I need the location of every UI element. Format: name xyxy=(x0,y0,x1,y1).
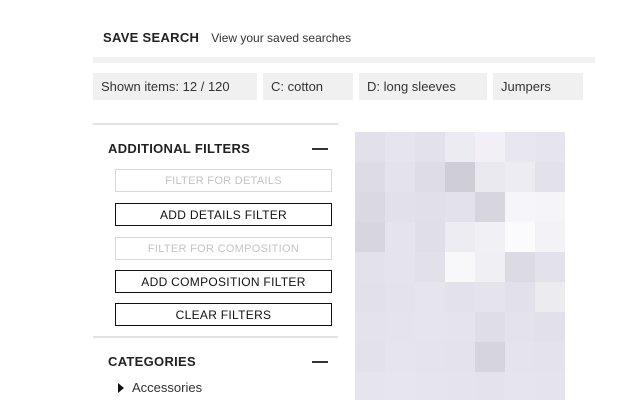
active-filter-chips: Shown items: 12 / 120 C: cotton D: long … xyxy=(93,73,583,100)
filter-panel: ADDITIONAL FILTERS ADD DETAILS FILTER AD… xyxy=(93,123,338,395)
details-filter-input[interactable] xyxy=(115,169,332,192)
image-pixel xyxy=(415,162,445,192)
add-composition-filter-button[interactable]: ADD COMPOSITION FILTER xyxy=(115,270,332,293)
shown-items-count: Shown items: 12 / 120 xyxy=(93,73,257,100)
image-pixel xyxy=(535,342,565,372)
image-pixel xyxy=(385,132,415,162)
view-saved-searches-link[interactable]: View your saved searches xyxy=(211,31,351,45)
caret-right-icon xyxy=(118,382,124,393)
image-pixel xyxy=(355,342,385,372)
categories-header[interactable]: CATEGORIES xyxy=(93,338,338,372)
image-pixel xyxy=(505,342,535,372)
category-filter-chip[interactable]: Jumpers xyxy=(493,73,583,100)
image-pixel xyxy=(415,282,445,312)
additional-filters-title: ADDITIONAL FILTERS xyxy=(108,141,251,156)
image-pixel xyxy=(355,132,385,162)
composition-filter-input[interactable] xyxy=(115,237,332,260)
image-pixel xyxy=(475,342,505,372)
details-filter-chip[interactable]: D: long sleeves xyxy=(359,73,487,100)
image-pixel xyxy=(355,162,385,192)
image-pixel xyxy=(355,252,385,282)
image-pixel xyxy=(415,132,445,162)
add-details-filter-button[interactable]: ADD DETAILS FILTER xyxy=(115,203,332,226)
image-pixel xyxy=(505,132,535,162)
image-pixel xyxy=(535,252,565,282)
image-pixel xyxy=(415,222,445,252)
additional-filters-header[interactable]: ADDITIONAL FILTERS xyxy=(93,125,338,159)
image-pixel xyxy=(445,222,475,252)
image-pixel xyxy=(535,282,565,312)
image-pixel xyxy=(385,312,415,342)
image-pixel xyxy=(355,372,385,400)
minus-icon[interactable] xyxy=(312,147,328,150)
image-pixel xyxy=(475,162,505,192)
image-pixel xyxy=(445,342,475,372)
image-pixel xyxy=(445,162,475,192)
image-pixel xyxy=(415,342,445,372)
image-pixel xyxy=(475,252,505,282)
save-search-link[interactable]: SAVE SEARCH xyxy=(103,30,199,45)
image-pixel xyxy=(475,132,505,162)
categories-title: CATEGORIES xyxy=(108,354,196,369)
image-pixel xyxy=(505,162,535,192)
product-image[interactable] xyxy=(355,132,565,400)
image-pixel xyxy=(445,372,475,400)
image-pixel xyxy=(415,312,445,342)
top-divider xyxy=(93,57,595,63)
image-pixel xyxy=(475,372,505,400)
image-pixel xyxy=(445,312,475,342)
image-pixel xyxy=(385,222,415,252)
image-pixel xyxy=(505,192,535,222)
image-pixel xyxy=(475,192,505,222)
image-pixel xyxy=(445,282,475,312)
image-pixel xyxy=(505,222,535,252)
category-item-accessories[interactable]: Accessories xyxy=(93,372,338,395)
image-pixel xyxy=(445,132,475,162)
image-pixel xyxy=(385,162,415,192)
image-pixel xyxy=(535,372,565,400)
image-pixel xyxy=(355,192,385,222)
image-pixel xyxy=(475,312,505,342)
image-pixel xyxy=(355,312,385,342)
image-pixel xyxy=(535,132,565,162)
image-pixel xyxy=(415,252,445,282)
image-pixel xyxy=(535,162,565,192)
save-search-row: SAVE SEARCH View your saved searches xyxy=(103,30,351,45)
search-results-page: SAVE SEARCH View your saved searches Sho… xyxy=(0,0,640,400)
image-pixel xyxy=(385,342,415,372)
image-pixel xyxy=(385,192,415,222)
image-pixel xyxy=(505,372,535,400)
image-pixel xyxy=(505,312,535,342)
image-pixel xyxy=(445,192,475,222)
image-pixel xyxy=(385,252,415,282)
category-item-label: Accessories xyxy=(132,380,203,395)
image-pixel xyxy=(385,372,415,400)
clear-filters-button[interactable]: CLEAR FILTERS xyxy=(115,303,332,326)
image-pixel xyxy=(535,192,565,222)
image-pixel xyxy=(445,252,475,282)
minus-icon[interactable] xyxy=(312,360,328,363)
image-pixel xyxy=(415,372,445,400)
image-pixel xyxy=(355,282,385,312)
image-pixel xyxy=(475,282,505,312)
image-pixel xyxy=(415,192,445,222)
image-pixel xyxy=(535,222,565,252)
image-pixel xyxy=(475,222,505,252)
image-pixel xyxy=(535,312,565,342)
image-pixel xyxy=(385,282,415,312)
image-pixel xyxy=(505,282,535,312)
image-pixel xyxy=(505,252,535,282)
composition-filter-chip[interactable]: C: cotton xyxy=(263,73,353,100)
image-pixel xyxy=(355,222,385,252)
